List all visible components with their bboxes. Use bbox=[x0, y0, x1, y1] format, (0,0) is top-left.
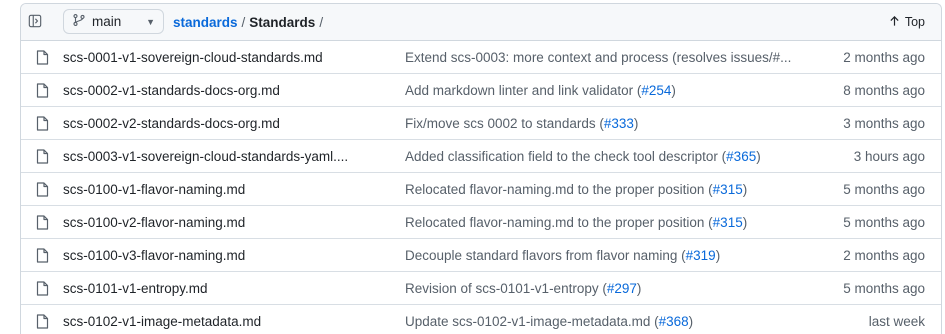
file-row[interactable]: scs-0002-v1-standards-docs-org.md Add mar… bbox=[21, 74, 941, 107]
branch-selector-button[interactable]: main ▼ bbox=[63, 9, 164, 34]
commit-age: 5 months ago bbox=[843, 280, 925, 296]
file-row[interactable]: scs-0003-v1-sovereign-cloud-standards-ya… bbox=[21, 140, 941, 173]
commit-age: 8 months ago bbox=[843, 82, 925, 98]
chevron-down-icon: ▼ bbox=[146, 16, 155, 27]
breadcrumb-repo-link[interactable]: standards bbox=[173, 15, 238, 30]
sidebar-expand-icon[interactable] bbox=[27, 13, 43, 29]
commit-message-text: Added classification field to the check … bbox=[405, 148, 727, 164]
commit-message-text: ) bbox=[742, 214, 748, 230]
file-name-link[interactable]: scs-0100-v1-flavor-naming.md bbox=[63, 182, 245, 197]
pull-request-link[interactable]: #297 bbox=[607, 281, 637, 296]
breadcrumb-separator: / bbox=[241, 14, 246, 30]
file-browser: main ▼ standards / Standards / Top scs-0… bbox=[20, 3, 942, 334]
file-row[interactable]: scs-0002-v2-standards-docs-org.md Fix/mov… bbox=[21, 107, 941, 140]
commit-message-link[interactable]: Relocated flavor-naming.md to the proper… bbox=[405, 215, 747, 230]
pull-request-link[interactable]: #333 bbox=[604, 116, 634, 131]
file-row[interactable]: scs-0001-v1-sovereign-cloud-standards.md… bbox=[21, 41, 941, 74]
commit-message-text: ) bbox=[671, 82, 676, 98]
pull-request-link[interactable]: #254 bbox=[641, 83, 671, 98]
back-to-top-label: Top bbox=[904, 15, 925, 29]
file-icon bbox=[36, 149, 49, 164]
file-name-link[interactable]: scs-0002-v1-standards-docs-org.md bbox=[63, 83, 280, 98]
git-branch-icon bbox=[72, 13, 86, 30]
file-row[interactable]: scs-0100-v1-flavor-naming.md Relocated fl… bbox=[21, 173, 941, 206]
commit-age: last week bbox=[868, 313, 925, 329]
file-icon bbox=[36, 248, 49, 263]
file-list: scs-0001-v1-sovereign-cloud-standards.md… bbox=[21, 41, 941, 334]
file-icon bbox=[36, 314, 49, 329]
file-row[interactable]: scs-0101-v1-entropy.md Revision of scs-01… bbox=[21, 272, 941, 305]
commit-age: 2 months ago bbox=[843, 247, 925, 263]
commit-message-text: Revision of scs-0101-v1-entropy ( bbox=[405, 280, 607, 296]
pull-request-link[interactable]: #319 bbox=[686, 248, 716, 263]
commit-message-text: Decouple standard flavors from flavor na… bbox=[405, 247, 686, 263]
file-row[interactable]: scs-0100-v3-flavor-naming.md Decouple sta… bbox=[21, 239, 941, 272]
pull-request-link[interactable]: #365 bbox=[726, 149, 756, 164]
breadcrumb: standards / Standards / bbox=[173, 4, 327, 40]
back-to-top-button[interactable]: Top bbox=[889, 4, 925, 40]
commit-message-text: ) bbox=[636, 280, 642, 296]
file-icon bbox=[36, 215, 49, 230]
commit-message-link[interactable]: Relocated flavor-naming.md to the proper… bbox=[405, 182, 747, 197]
commit-message-link[interactable]: Fix/move scs 0002 to standards (#333) bbox=[405, 116, 638, 131]
file-icon bbox=[36, 281, 49, 296]
commit-message-link[interactable]: Extend scs-0003: more context and proces… bbox=[405, 50, 791, 65]
commit-message-link[interactable]: Add markdown linter and link validator (… bbox=[405, 83, 676, 98]
breadcrumb-current: Standards bbox=[249, 14, 316, 30]
commit-message-text: ) bbox=[742, 181, 748, 197]
commit-message-text: Update scs-0102-v1-image-metadata.md ( bbox=[405, 313, 659, 329]
commit-age: 3 hours ago bbox=[853, 148, 925, 164]
arrow-up-icon bbox=[889, 15, 900, 30]
file-name-link[interactable]: scs-0102-v1-image-metadata.md bbox=[63, 314, 261, 329]
commit-message-text: Extend scs-0003: more context and proces… bbox=[405, 49, 792, 65]
commit-age: 2 months ago bbox=[843, 49, 925, 65]
file-name-link[interactable]: scs-0100-v3-flavor-naming.md bbox=[63, 248, 245, 263]
file-icon bbox=[36, 116, 49, 131]
pull-request-link[interactable]: #315 bbox=[713, 215, 743, 230]
commit-message-link[interactable]: Decouple standard flavors from flavor na… bbox=[405, 248, 720, 263]
commit-age: 3 months ago bbox=[843, 115, 925, 131]
file-name-link[interactable]: scs-0100-v2-flavor-naming.md bbox=[63, 215, 245, 230]
commit-message-link[interactable]: Update scs-0102-v1-image-metadata.md (#3… bbox=[405, 314, 693, 329]
pull-request-link[interactable]: #315 bbox=[713, 182, 743, 197]
commit-message-text: ) bbox=[715, 247, 721, 263]
file-icon bbox=[36, 83, 49, 98]
commit-message-link[interactable]: Revision of scs-0101-v1-entropy (#297) bbox=[405, 281, 641, 296]
file-icon bbox=[36, 182, 49, 197]
commit-message-link[interactable]: Added classification field to the check … bbox=[405, 149, 761, 164]
file-icon bbox=[36, 50, 49, 65]
file-row[interactable]: scs-0100-v2-flavor-naming.md Relocated fl… bbox=[21, 206, 941, 239]
file-browser-header: main ▼ standards / Standards / Top bbox=[21, 4, 941, 41]
commit-age: 5 months ago bbox=[843, 181, 925, 197]
pull-request-link[interactable]: #368 bbox=[659, 314, 689, 329]
commit-message-text: ) bbox=[633, 115, 639, 131]
commit-message-text: Relocated flavor-naming.md to the proper… bbox=[405, 181, 713, 197]
branch-name: main bbox=[92, 14, 122, 29]
file-name-link[interactable]: scs-0001-v1-sovereign-cloud-standards.md bbox=[63, 50, 323, 65]
breadcrumb-trailing-separator: / bbox=[319, 14, 324, 30]
commit-message-text: ) bbox=[756, 148, 761, 164]
file-name-link[interactable]: scs-0002-v2-standards-docs-org.md bbox=[63, 116, 280, 131]
file-name-link[interactable]: scs-0003-v1-sovereign-cloud-standards-ya… bbox=[63, 149, 348, 164]
commit-message-text: ) bbox=[688, 313, 694, 329]
file-name-link[interactable]: scs-0101-v1-entropy.md bbox=[63, 281, 208, 296]
commit-message-text: Fix/move scs 0002 to standards ( bbox=[405, 115, 604, 131]
commit-message-text: Relocated flavor-naming.md to the proper… bbox=[405, 214, 713, 230]
commit-message-text: Add markdown linter and link validator ( bbox=[405, 82, 642, 98]
file-row[interactable]: scs-0102-v1-image-metadata.md Update scs-… bbox=[21, 305, 941, 334]
commit-age: 5 months ago bbox=[843, 214, 925, 230]
